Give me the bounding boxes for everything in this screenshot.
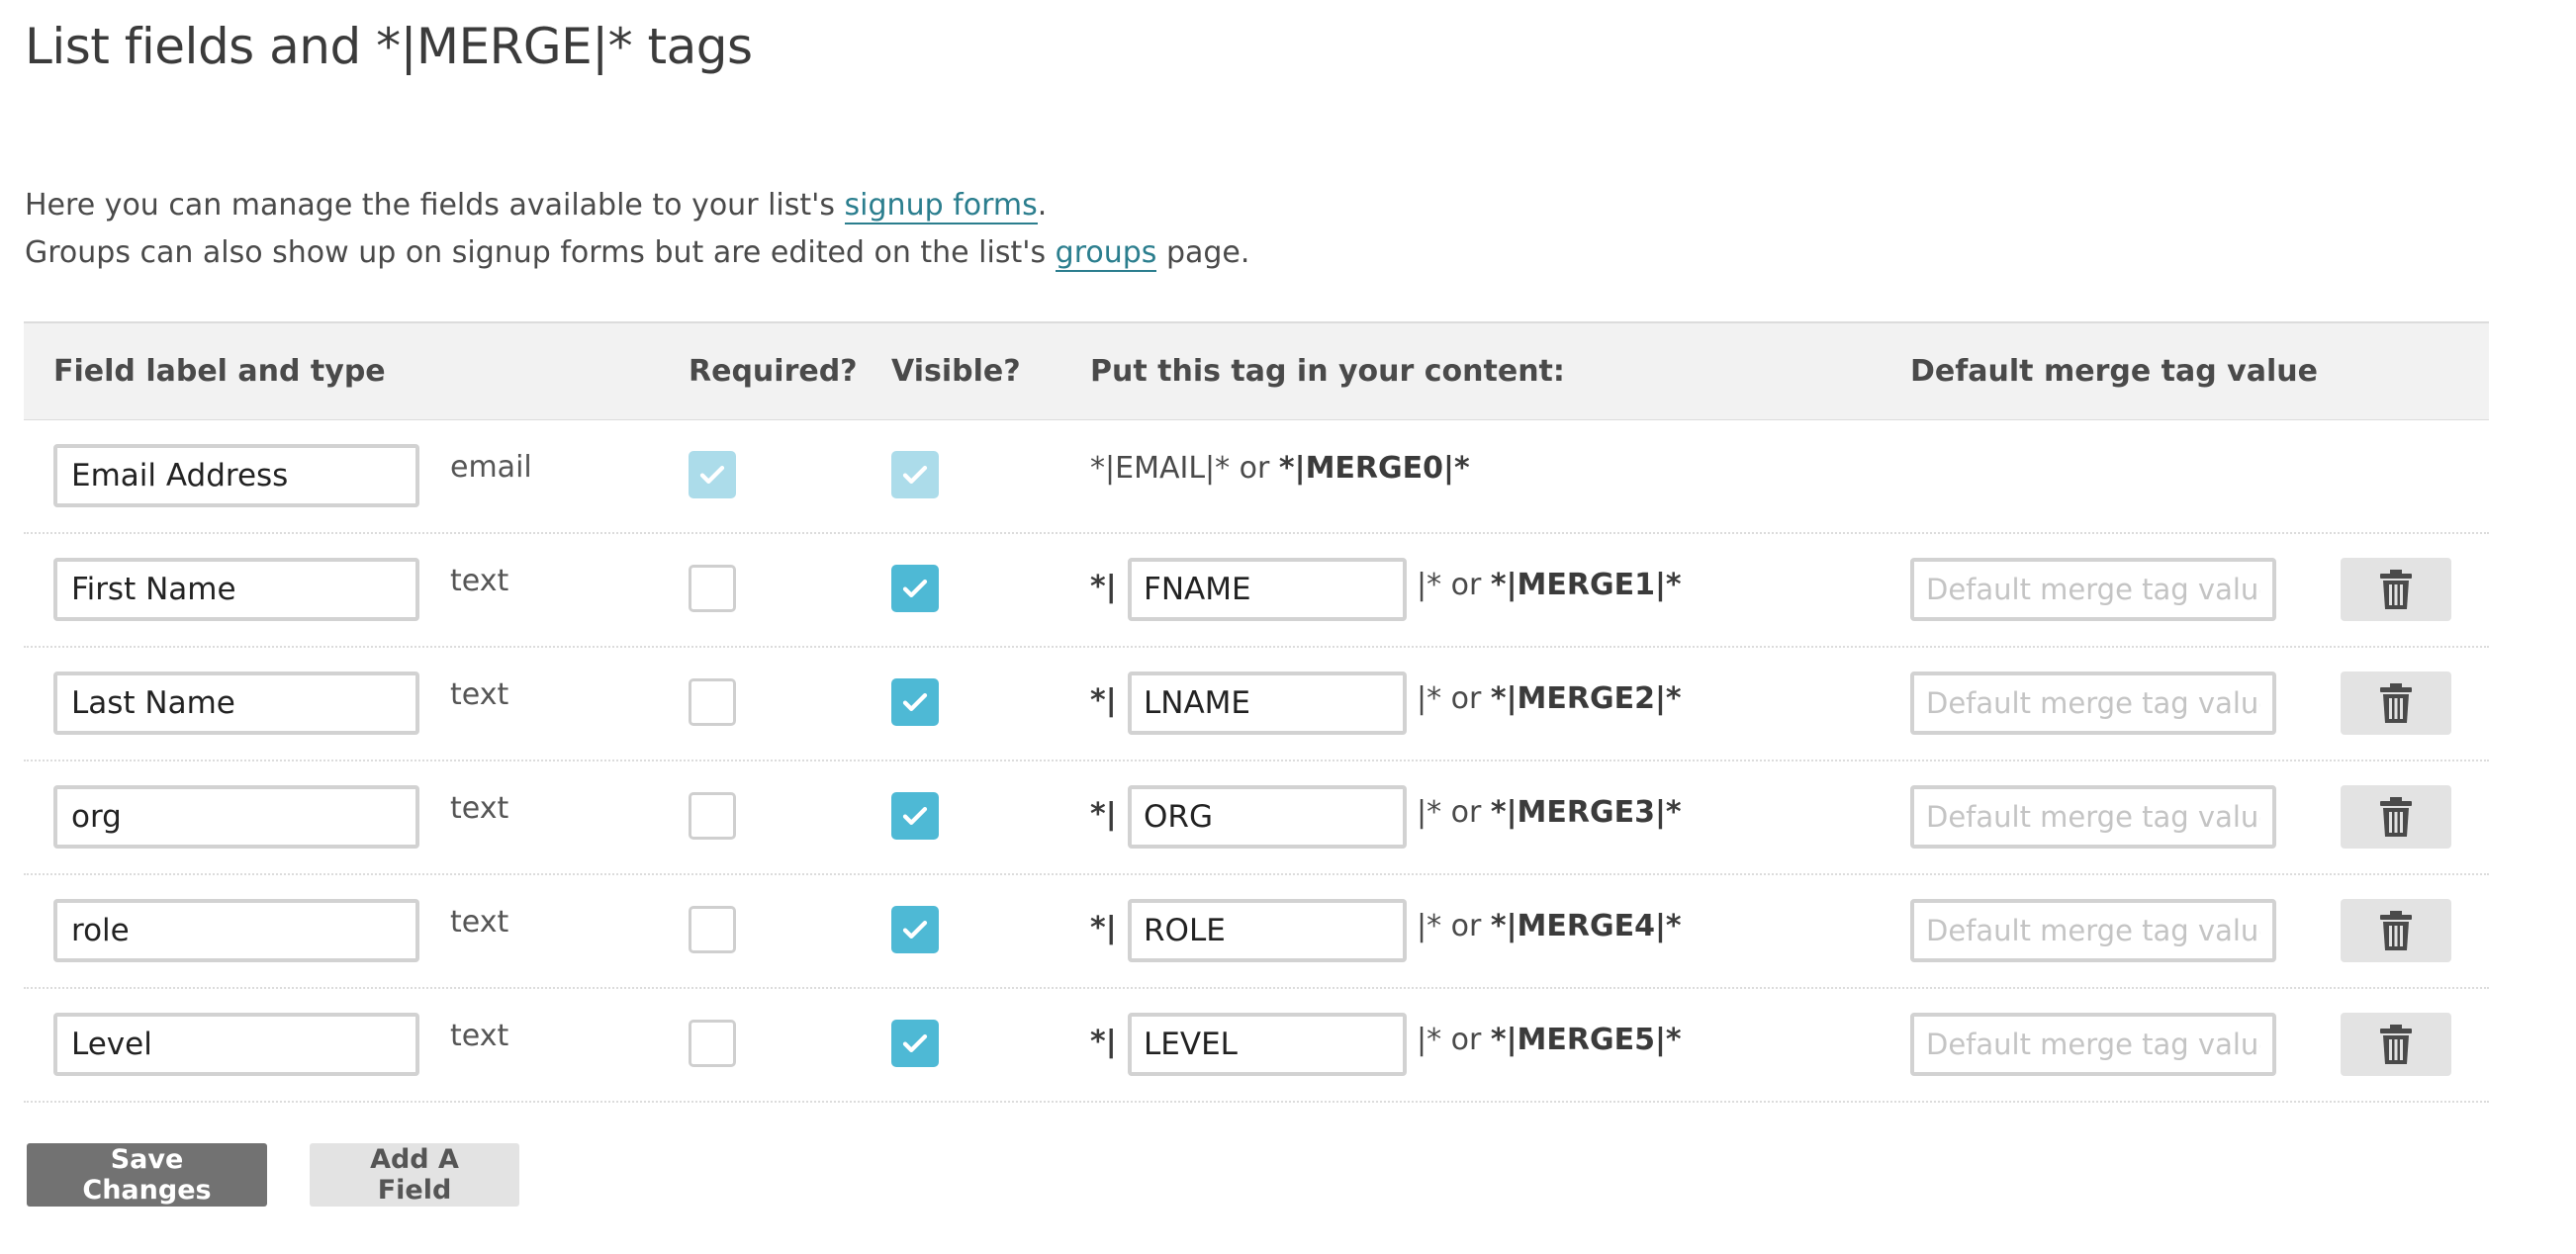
intro-line-2: Groups can also show up on signup forms … — [25, 235, 1250, 272]
merge-tag-prefix: *| — [1090, 797, 1117, 832]
field-type: text — [450, 564, 509, 598]
email-merge-tag: *|EMAIL|* or *|MERGE0|* — [1090, 451, 1470, 486]
table-header: Field label and type Required? Visible? … — [24, 323, 2489, 420]
field-type: text — [450, 791, 509, 826]
checkmark-icon — [902, 580, 928, 597]
default-value-input[interactable] — [1910, 672, 2276, 735]
delete-field-button[interactable] — [2341, 672, 2451, 735]
field-label-input[interactable] — [53, 444, 419, 507]
field-label-input[interactable] — [53, 672, 419, 735]
add-field-button[interactable]: Add A Field — [310, 1143, 519, 1207]
table-row: text *| |* or *|MERGE2|* — [24, 648, 2489, 761]
intro-text: Here you can manage the fields available… — [25, 182, 1249, 277]
table-row: text *| |* or *|MERGE5|* — [24, 989, 2489, 1103]
required-checkbox[interactable] — [689, 565, 736, 612]
default-value-input[interactable] — [1910, 1013, 2276, 1076]
default-value-input[interactable] — [1910, 785, 2276, 849]
header-visible: Visible? — [891, 354, 1021, 389]
fields-table: Field label and type Required? Visible? … — [24, 321, 2489, 1103]
field-type: text — [450, 905, 509, 940]
merge-tag-input[interactable] — [1128, 1013, 1407, 1076]
signup-forms-link[interactable]: signup forms — [844, 188, 1038, 224]
merge-tag-prefix: *| — [1090, 911, 1117, 945]
field-type: email — [450, 450, 532, 485]
trash-icon — [2380, 797, 2412, 837]
merge-tag-alias: |* or *|MERGE1|* — [1417, 568, 1682, 602]
header-field-label: Field label and type — [53, 354, 386, 389]
required-checkbox — [689, 451, 736, 498]
delete-field-button[interactable] — [2341, 785, 2451, 849]
checkmark-icon — [902, 921, 928, 939]
merge-tag-alias: |* or *|MERGE5|* — [1417, 1023, 1682, 1057]
merge-tag-alias: |* or *|MERGE3|* — [1417, 795, 1682, 830]
merge-tag-prefix: *| — [1090, 570, 1117, 604]
visible-checkbox — [891, 451, 939, 498]
merge-tag-input[interactable] — [1128, 899, 1407, 962]
table-row-email: email *|EMAIL|* or *|MERGE0|* — [24, 420, 2489, 534]
header-required: Required? — [689, 354, 858, 389]
merge-tag-alias: |* or *|MERGE4|* — [1417, 909, 1682, 943]
page-title: List fields and *|MERGE|* tags — [25, 18, 753, 75]
merge-tag-input[interactable] — [1128, 785, 1407, 849]
required-checkbox[interactable] — [689, 792, 736, 840]
delete-field-button[interactable] — [2341, 899, 2451, 962]
table-row: text *| |* or *|MERGE4|* — [24, 875, 2489, 989]
visible-checkbox[interactable] — [891, 906, 939, 953]
field-label-input[interactable] — [53, 558, 419, 621]
field-label-input[interactable] — [53, 785, 419, 849]
header-tag: Put this tag in your content: — [1090, 354, 1565, 389]
merge-tag-prefix: *| — [1090, 1025, 1117, 1059]
required-checkbox[interactable] — [689, 1020, 736, 1067]
default-value-input[interactable] — [1910, 558, 2276, 621]
checkmark-icon — [902, 693, 928, 711]
delete-field-button[interactable] — [2341, 558, 2451, 621]
visible-checkbox[interactable] — [891, 792, 939, 840]
default-value-input[interactable] — [1910, 899, 2276, 962]
trash-icon — [2380, 911, 2412, 950]
delete-field-button[interactable] — [2341, 1013, 2451, 1076]
merge-tag-input[interactable] — [1128, 558, 1407, 621]
field-rows: text *| |* or *|MERGE1|* text *| — [24, 534, 2489, 1103]
checkmark-icon — [902, 807, 928, 825]
field-type: text — [450, 1019, 509, 1053]
save-changes-button[interactable]: Save Changes — [27, 1143, 267, 1207]
field-type: text — [450, 677, 509, 712]
trash-icon — [2380, 570, 2412, 609]
table-row: text *| |* or *|MERGE3|* — [24, 761, 2489, 875]
merge-fields-page: List fields and *|MERGE|* tags Here you … — [0, 0, 2576, 1254]
required-checkbox[interactable] — [689, 906, 736, 953]
merge-tag-input[interactable] — [1128, 672, 1407, 735]
intro-line-1: Here you can manage the fields available… — [25, 188, 1048, 224]
checkmark-icon — [902, 466, 928, 484]
header-default: Default merge tag value — [1910, 354, 2318, 389]
table-row: text *| |* or *|MERGE1|* — [24, 534, 2489, 648]
checkmark-icon — [902, 1034, 928, 1052]
groups-link[interactable]: groups — [1055, 235, 1157, 272]
merge-tag-prefix: *| — [1090, 683, 1117, 718]
field-label-input[interactable] — [53, 899, 419, 962]
visible-checkbox[interactable] — [891, 1020, 939, 1067]
merge-tag-alias: |* or *|MERGE2|* — [1417, 681, 1682, 716]
visible-checkbox[interactable] — [891, 565, 939, 612]
visible-checkbox[interactable] — [891, 678, 939, 726]
trash-icon — [2380, 1025, 2412, 1064]
trash-icon — [2380, 683, 2412, 723]
checkmark-icon — [699, 466, 725, 484]
field-label-input[interactable] — [53, 1013, 419, 1076]
required-checkbox[interactable] — [689, 678, 736, 726]
